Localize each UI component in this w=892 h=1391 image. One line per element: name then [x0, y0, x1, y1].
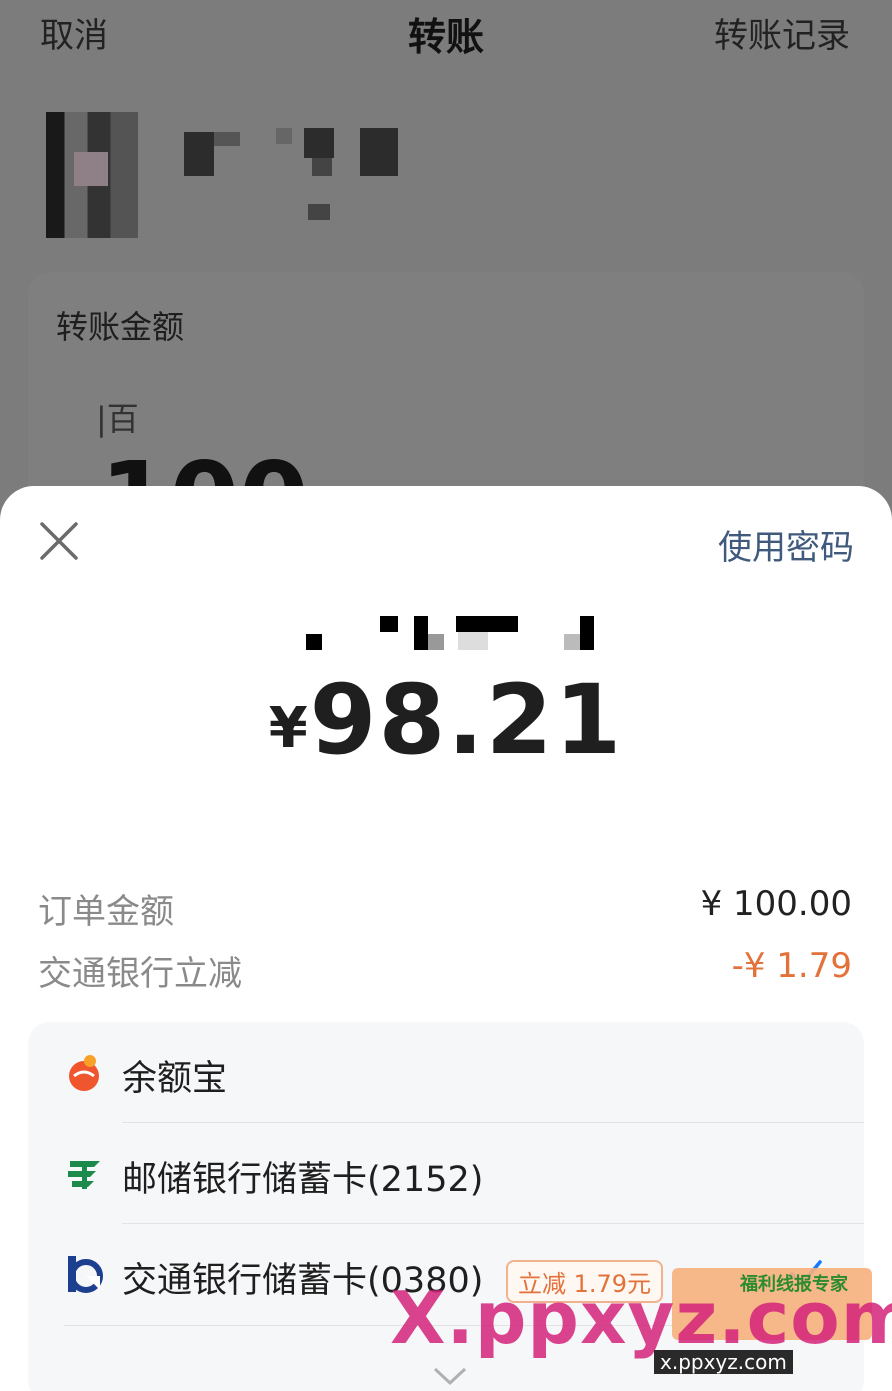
payment-amount-value: 98.21 — [309, 664, 624, 776]
currency-symbol: ¥ — [268, 696, 308, 761]
watermark-logo: X.ppxyz.com — [390, 1276, 892, 1360]
use-password-button[interactable]: 使用密码 — [718, 520, 854, 569]
payment-sheet: 使用密码 ¥98.21 订单金额 ¥ 100.00 交通银行立减 -¥ 1.79… — [0, 486, 892, 1391]
payee-name-redacted — [302, 616, 602, 652]
avatar — [46, 112, 138, 238]
discount-value: -¥ 1.79 — [731, 946, 852, 986]
payment-method-label: 邮储银行储蓄卡(2152) — [122, 1160, 484, 1200]
payment-method-yuebao[interactable]: 余额宝 — [28, 1022, 864, 1122]
discount-label: 交通银行立减 — [38, 954, 242, 994]
psbc-icon — [68, 1161, 100, 1189]
watermark-url: x.ppxyz.com — [654, 1350, 793, 1374]
amount-label: 转账金额 — [56, 308, 185, 346]
order-amount-label: 订单金额 — [38, 892, 174, 932]
close-icon[interactable] — [38, 520, 80, 562]
payment-method-label: 余额宝 — [122, 1059, 228, 1099]
yuebao-icon — [69, 1055, 99, 1091]
transfer-history-link[interactable]: 转账记录 — [714, 8, 850, 57]
bocom-icon — [68, 1256, 103, 1293]
chevron-down-icon[interactable] — [432, 1366, 468, 1386]
order-amount-value: ¥ 100.00 — [700, 884, 852, 924]
recipient-name-redacted — [184, 128, 398, 224]
amount-unit-hint: |百 — [96, 400, 139, 438]
payment-amount: ¥98.21 — [0, 664, 892, 776]
payment-method-psbc[interactable]: 邮储银行储蓄卡(2152) — [28, 1123, 864, 1223]
